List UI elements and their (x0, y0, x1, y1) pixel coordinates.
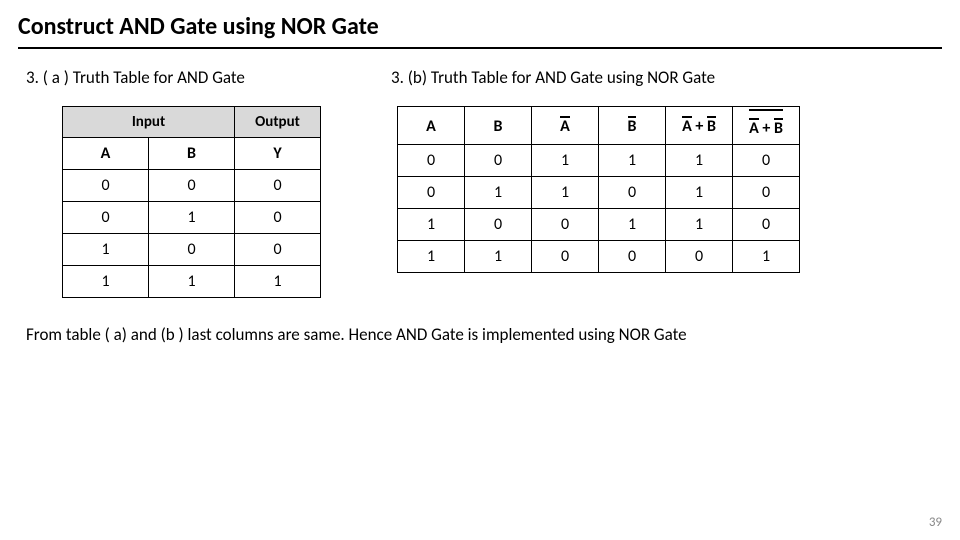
right-heading: 3. (b) Truth Table for AND Gate using NO… (391, 67, 942, 88)
col-a: A (63, 138, 149, 170)
group-output: Output (235, 107, 321, 138)
col-y: Y (235, 138, 321, 170)
col-not-a: A (532, 107, 599, 145)
page-title: Construct AND Gate using NOR Gate (18, 12, 942, 41)
left-heading: 3. ( a ) Truth Table for AND Gate (26, 67, 321, 88)
group-input: Input (63, 107, 235, 138)
table-row: 0 1 1 0 1 0 (398, 177, 800, 209)
table-row: 1 0 0 (63, 234, 321, 266)
table-row: 1 0 0 1 1 0 (398, 209, 800, 241)
right-column: 3. (b) Truth Table for AND Gate using NO… (391, 67, 942, 273)
table-row: 0 1 0 (63, 202, 321, 234)
table-row: 0 0 1 1 1 0 (398, 145, 800, 177)
slide: Construct AND Gate using NOR Gate 3. ( a… (0, 0, 960, 357)
col-not-b: B (599, 107, 666, 145)
col-b: B (465, 107, 532, 145)
col-nota-plus-notb: A + B (666, 107, 733, 145)
and-truth-table: Input Output A B Y 0 0 0 0 1 0 (62, 106, 321, 298)
title-rule (18, 47, 942, 49)
col-a: A (398, 107, 465, 145)
left-column: 3. ( a ) Truth Table for AND Gate Input … (26, 67, 321, 298)
nor-truth-table: A B A B A + B A + B 0 (397, 106, 800, 273)
content-columns: 3. ( a ) Truth Table for AND Gate Input … (18, 67, 942, 298)
table-row: 0 0 0 (63, 170, 321, 202)
conclusion-text: From table ( a) and (b ) last columns ar… (26, 324, 942, 345)
table-row: 1 1 1 (63, 266, 321, 298)
col-and-output: A + B (733, 107, 800, 145)
col-b: B (149, 138, 235, 170)
page-number: 39 (929, 515, 942, 530)
table-row: 1 1 0 0 0 1 (398, 241, 800, 273)
